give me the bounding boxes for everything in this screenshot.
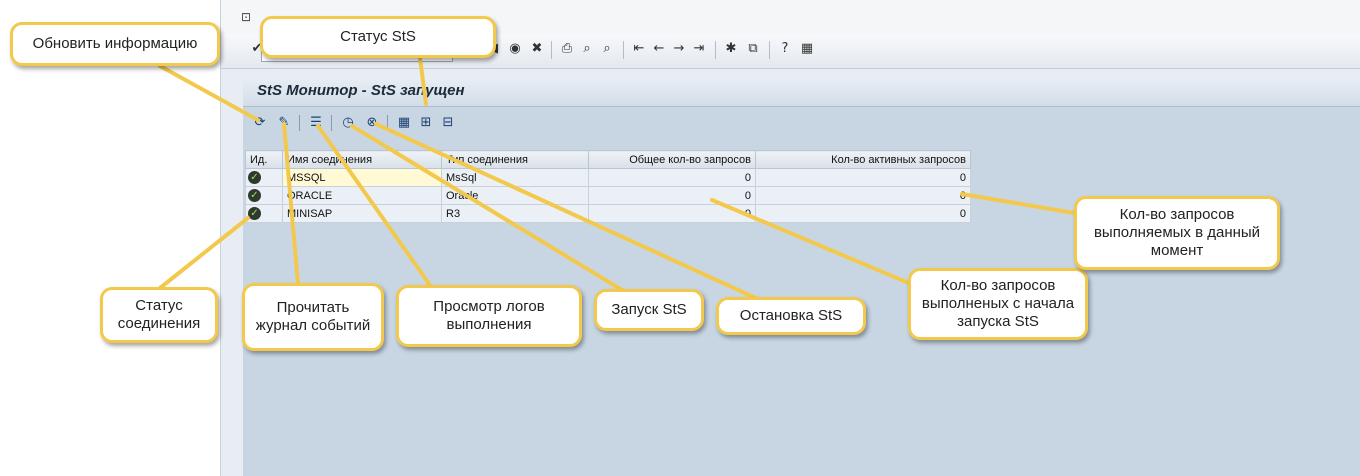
callout-refresh: Обновить информацию [10,22,220,66]
callout-sts-status: Статус StS [260,16,496,58]
callout-total-requests: Кол-во запросов выполненых с начала запу… [908,268,1088,340]
callout-read-log: Прочитать журнал событий [242,283,384,351]
callout-stop: Остановка StS [716,297,866,335]
callout-connection-status: Статус соединения [100,287,218,343]
callout-active-requests: Кол-во запросов выполняемых в данный мом… [1074,196,1280,270]
callout-start: Запуск StS [594,289,704,331]
callout-view-logs: Просмотр логов выполнения [396,285,582,347]
